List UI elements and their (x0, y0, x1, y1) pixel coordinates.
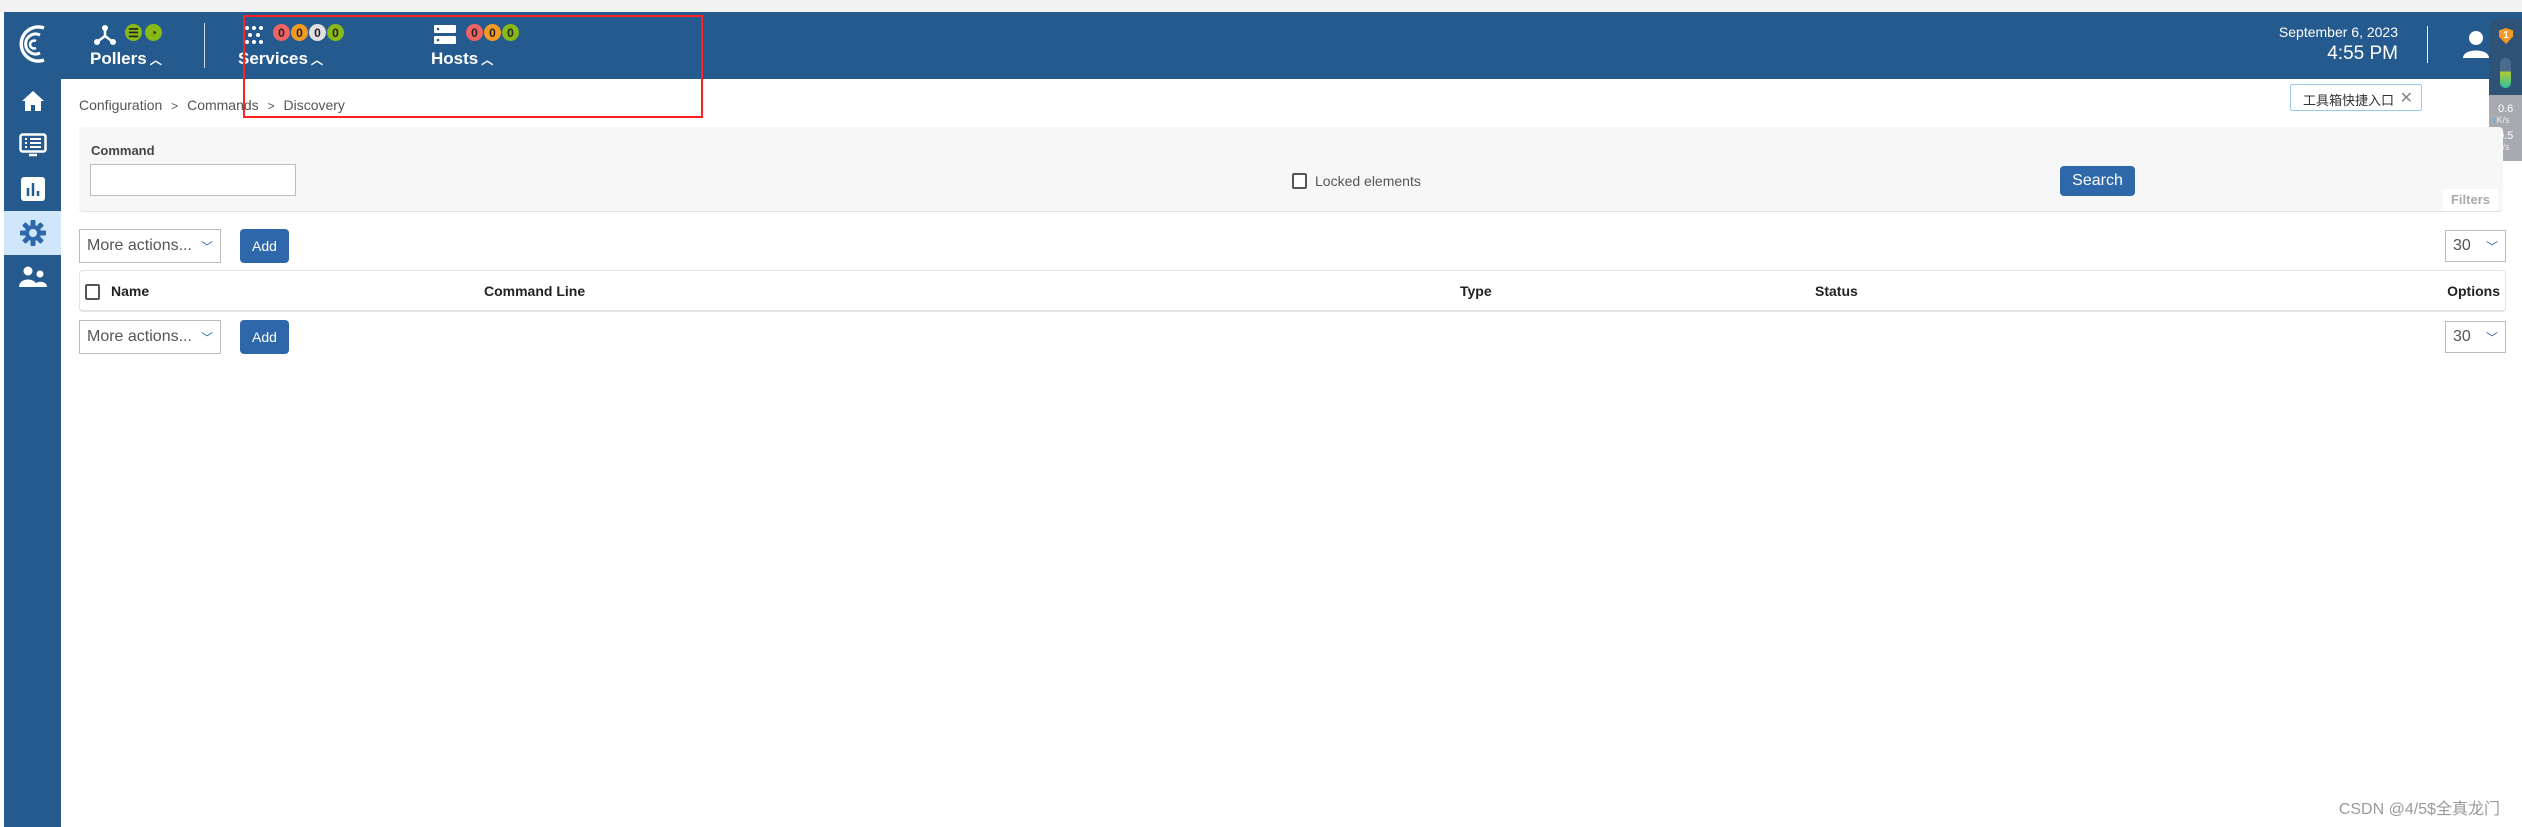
pollers-menu[interactable]: ☰ ◔ Pollers ︿ (90, 20, 180, 70)
chevron-down-icon: ﹀ (200, 330, 213, 345)
header-divider-right (2427, 26, 2428, 63)
sidebar (4, 79, 61, 827)
locked-elements-label: Locked elements (1315, 173, 1421, 189)
add-button-top[interactable]: Add (240, 229, 289, 263)
centreon-logo-icon[interactable] (14, 22, 50, 66)
column-name[interactable]: Name (111, 283, 149, 299)
chevron-down-icon: ﹀ (200, 239, 213, 254)
configuration-gear-icon (19, 220, 46, 246)
search-button[interactable]: Search (2060, 166, 2135, 196)
column-options: Options (2447, 283, 2500, 299)
locked-elements-checkbox[interactable] (1292, 173, 1307, 189)
sidebar-item-reporting[interactable] (4, 167, 61, 211)
column-status[interactable]: Status (1815, 283, 1858, 299)
command-filter-input[interactable] (90, 164, 296, 196)
more-actions-select-top[interactable]: More actions... ﹀ (79, 229, 221, 263)
gauge-icon: ◔ (145, 24, 162, 41)
sidebar-item-configuration[interactable] (4, 211, 61, 255)
header-time: 4:55 PM (2327, 43, 2398, 64)
user-profile-icon[interactable] (2463, 30, 2489, 58)
page-size-select-top[interactable]: 30 ﹀ (2445, 230, 2506, 262)
administration-users-icon (18, 266, 47, 287)
close-icon[interactable]: ✕ (2400, 88, 2413, 108)
filter-panel (79, 127, 2503, 212)
add-button-bottom[interactable]: Add (240, 320, 289, 354)
pollers-icon (94, 25, 116, 45)
column-command-line[interactable]: Command Line (484, 283, 585, 299)
upload-speed: 0.6 (2498, 103, 2514, 115)
memory-gauge (2500, 58, 2511, 88)
chevron-down-icon: ﹀ (2485, 330, 2498, 345)
more-actions-select-bottom[interactable]: More actions... ﹀ (79, 320, 221, 354)
database-icon: ☰ (125, 24, 142, 41)
select-all-checkbox[interactable] (85, 284, 100, 300)
column-type[interactable]: Type (1460, 283, 1492, 299)
monitoring-icon (18, 133, 47, 157)
header-divider (204, 23, 205, 68)
page-size-select-bottom[interactable]: 30 ﹀ (2445, 321, 2506, 353)
chevron-down-icon: ﹀ (2485, 239, 2498, 254)
breadcrumb: Configuration > Commands > Discovery (79, 97, 345, 113)
home-icon (21, 91, 44, 111)
breadcrumb-configuration[interactable]: Configuration (79, 97, 162, 113)
upload-unit: ↑K/s (2492, 115, 2510, 125)
toolbox-tooltip: 工具箱快捷入口 ✕ (2290, 84, 2422, 111)
top-strip (0, 0, 2522, 12)
breadcrumb-discovery[interactable]: Discovery (283, 97, 344, 113)
breadcrumb-commands[interactable]: Commands (187, 97, 259, 113)
filters-toggle[interactable]: Filters (2443, 189, 2498, 211)
table-header-row (79, 270, 2506, 312)
csdn-watermark: CSDN @4/5$全真龙门 (2338, 801, 2500, 818)
sidebar-item-home[interactable] (4, 79, 61, 123)
sidebar-item-administration[interactable] (4, 255, 61, 299)
header-date: September 6, 2023 (2278, 24, 2398, 40)
reporting-icon (20, 177, 45, 201)
command-filter-label: Command (91, 143, 155, 158)
pollers-label: Pollers ︿ (90, 49, 162, 68)
sidebar-item-monitoring[interactable] (4, 123, 61, 167)
